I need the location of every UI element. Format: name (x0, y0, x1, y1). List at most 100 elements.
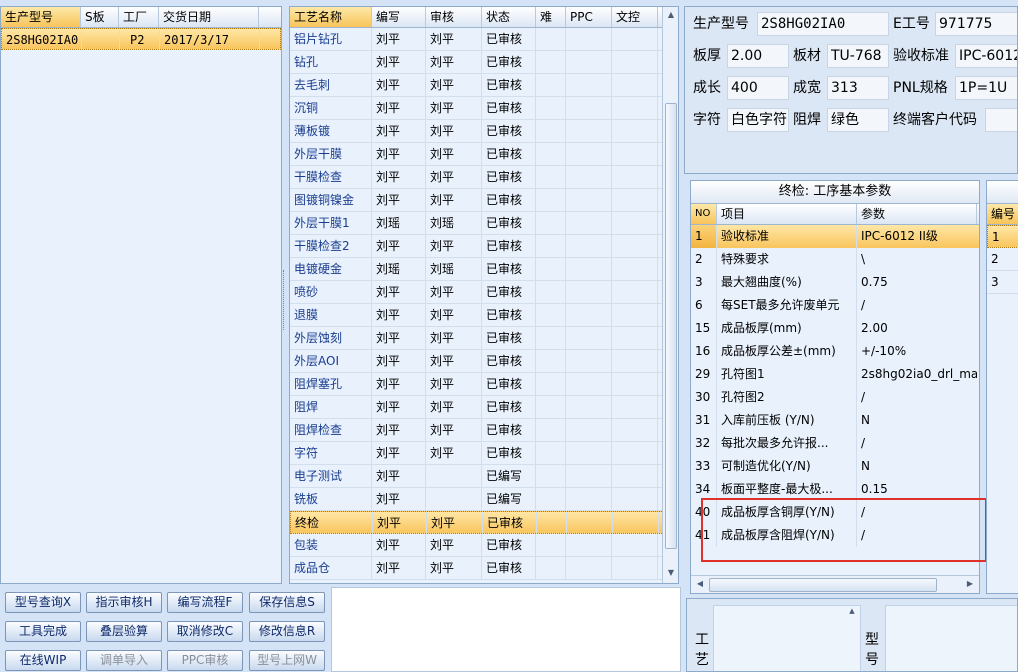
col-sboard[interactable]: S板 (81, 7, 119, 27)
scroll-thumb[interactable] (665, 103, 677, 549)
scroll-left-arrow-icon[interactable]: ◀ (693, 576, 707, 592)
col-process-name[interactable]: 工艺名称 (290, 7, 372, 27)
param-row[interactable]: 15 成品板厚(mm) 2.00 (691, 317, 979, 340)
col-model[interactable]: 生产型号 (1, 7, 81, 27)
cell-difficulty (536, 97, 566, 119)
char-value[interactable]: 白色字符 (727, 108, 789, 132)
col-difficulty[interactable]: 难 (536, 7, 566, 27)
process-row[interactable]: 包装 刘平 刘平 已审核 (290, 534, 678, 557)
hscroll-thumb[interactable] (709, 578, 937, 592)
param-row[interactable]: 2 特殊要求 \ (691, 248, 979, 271)
mask-value[interactable]: 绿色 (827, 108, 889, 132)
process-row[interactable]: 沉铜 刘平 刘平 已审核 (290, 97, 678, 120)
cell-process-name: 阻焊 (290, 396, 372, 418)
cell-writer: 刘平 (373, 512, 427, 533)
process-row[interactable]: 铣板 刘平 已编写 (290, 488, 678, 511)
cell-writer: 刘平 (372, 534, 426, 556)
width-value[interactable]: 313 (827, 76, 889, 100)
process-row[interactable]: 去毛刺 刘平 刘平 已审核 (290, 74, 678, 97)
param-row[interactable]: 16 成品板厚公差±(mm) +/-10% (691, 340, 979, 363)
process-row[interactable]: 铝片钻孔 刘平 刘平 已审核 (290, 28, 678, 51)
action-button-10[interactable]: 调单导入 (86, 650, 162, 671)
action-button-6[interactable]: 叠层验算 (86, 621, 162, 642)
col-param[interactable]: 参数 (857, 204, 977, 224)
action-button-12[interactable]: 型号上网W (249, 650, 325, 671)
process-row[interactable]: 阻焊 刘平 刘平 已审核 (290, 396, 678, 419)
param-row[interactable]: 1 验收标准 IPC-6012 II级 (691, 225, 979, 248)
action-button-1[interactable]: 型号查询X (5, 592, 81, 613)
cell-difficulty (536, 465, 566, 487)
process-table-body: 铝片钻孔 刘平 刘平 已审核 钻孔 刘平 刘平 已审核 去毛刺 刘平 刘平 已审核 沉铜 刘平 刘平 已审核薄… (290, 28, 678, 580)
pnl-value[interactable]: 1P=1U (955, 76, 1017, 100)
process-row[interactable]: 阻焊塞孔 刘平 刘平 已审核 (290, 373, 678, 396)
col-status[interactable]: 状态 (482, 7, 536, 27)
scroll-up-arrow-icon[interactable]: ▲ (663, 7, 678, 23)
param-row[interactable]: 6 每SET最多允许废单元 / (691, 294, 979, 317)
scroll-right-arrow-icon[interactable]: ▶ (963, 576, 977, 592)
col-number[interactable]: 编号 (987, 204, 1018, 224)
eno-value[interactable]: 971775 (935, 12, 1017, 36)
process-row[interactable]: 图镀铜镍金 刘平 刘平 已审核 (290, 189, 678, 212)
col-factory[interactable]: 工厂 (119, 7, 159, 27)
thick-value[interactable]: 2.00 (727, 44, 789, 68)
action-button-8[interactable]: 修改信息R (249, 621, 325, 642)
col-writer[interactable]: 编写 (372, 7, 426, 27)
numbering-row[interactable]: 1 (987, 225, 1018, 248)
action-button-11[interactable]: PPC审核 (167, 650, 243, 671)
length-value[interactable]: 400 (727, 76, 789, 100)
process-row[interactable]: 外层蚀刻 刘平 刘平 已审核 (290, 327, 678, 350)
col-item[interactable]: 项目 (717, 204, 857, 224)
process-table-scrollbar[interactable]: ▲ ▼ (662, 7, 678, 583)
action-button-2[interactable]: 指示审核H (86, 592, 162, 613)
param-row[interactable]: 32 每批次最多允许报... / (691, 432, 979, 455)
process-row[interactable]: 退膜 刘平 刘平 已审核 (290, 304, 678, 327)
process-row[interactable]: 外层干膜 刘平 刘平 已审核 (290, 143, 678, 166)
numbering-row[interactable]: 3 (987, 271, 1018, 294)
splitter-handle[interactable] (283, 270, 288, 330)
scroll-down-arrow-icon[interactable]: ▼ (663, 565, 678, 581)
customer-value[interactable] (985, 108, 1017, 132)
process-row[interactable]: 钻孔 刘平 刘平 已审核 (290, 51, 678, 74)
craft-textbox[interactable] (713, 605, 861, 671)
model-row[interactable]: 2S8HG02IA0 P2 2017/3/17 (1, 28, 281, 50)
cell-status: 已编写 (482, 465, 536, 487)
action-button-5[interactable]: 工具完成 (5, 621, 81, 642)
param-row[interactable]: 33 可制造优化(Y/N) N (691, 455, 979, 478)
process-row[interactable]: 字符 刘平 刘平 已审核 (290, 442, 678, 465)
process-row[interactable]: 阻焊检查 刘平 刘平 已审核 (290, 419, 678, 442)
action-button-3[interactable]: 编写流程F (167, 592, 243, 613)
cell-process-name: 干膜检查2 (290, 235, 372, 257)
action-button-9[interactable]: 在线WIP (5, 650, 81, 671)
cell-difficulty (536, 166, 566, 188)
params-hscrollbar[interactable]: ◀ ▶ (691, 575, 979, 593)
action-button-4[interactable]: 保存信息S (249, 592, 325, 613)
craft-scrollbar[interactable]: ▲ (847, 607, 857, 671)
process-row[interactable]: 外层AOI 刘平 刘平 已审核 (290, 350, 678, 373)
model-value[interactable]: 2S8HG02IA0 (757, 12, 889, 36)
cell-difficulty (536, 442, 566, 464)
param-row[interactable]: 30 孔符图2 / (691, 386, 979, 409)
model-textbox[interactable] (885, 605, 1017, 671)
numbering-row[interactable]: 2 (987, 248, 1018, 271)
process-row[interactable]: 电镀硬金 刘瑶 刘瑶 已审核 (290, 258, 678, 281)
process-row[interactable]: 薄板镀 刘平 刘平 已审核 (290, 120, 678, 143)
param-row[interactable]: 31 入库前压板 (Y/N) N (691, 409, 979, 432)
col-doc-control[interactable]: 文控 (612, 7, 658, 27)
material-value[interactable]: TU-768 (827, 44, 889, 68)
process-row[interactable]: 干膜检查2 刘平 刘平 已审核 (290, 235, 678, 258)
process-row[interactable]: 成品仓 刘平 刘平 已审核 (290, 557, 678, 580)
param-row[interactable]: 29 孔符图1 2s8hg02ia0_drl_ma (691, 363, 979, 386)
col-date[interactable]: 交货日期 (159, 7, 259, 27)
param-row[interactable]: 3 最大翘曲度(%) 0.75 (691, 271, 979, 294)
process-row[interactable]: 喷砂 刘平 刘平 已审核 (290, 281, 678, 304)
col-no[interactable]: NO (691, 204, 717, 224)
std-value[interactable]: IPC-6012 (955, 44, 1017, 68)
cell-ppc (566, 488, 612, 510)
process-row[interactable]: 外层干膜1 刘瑶 刘瑶 已审核 (290, 212, 678, 235)
process-row[interactable]: 干膜检查 刘平 刘平 已审核 (290, 166, 678, 189)
col-ppc[interactable]: PPC (566, 7, 612, 27)
process-row[interactable]: 终检 刘平 刘平 已审核 (290, 511, 678, 534)
process-row[interactable]: 电子测试 刘平 已编写 (290, 465, 678, 488)
action-button-7[interactable]: 取消修改C (167, 621, 243, 642)
col-auditor[interactable]: 审核 (426, 7, 482, 27)
